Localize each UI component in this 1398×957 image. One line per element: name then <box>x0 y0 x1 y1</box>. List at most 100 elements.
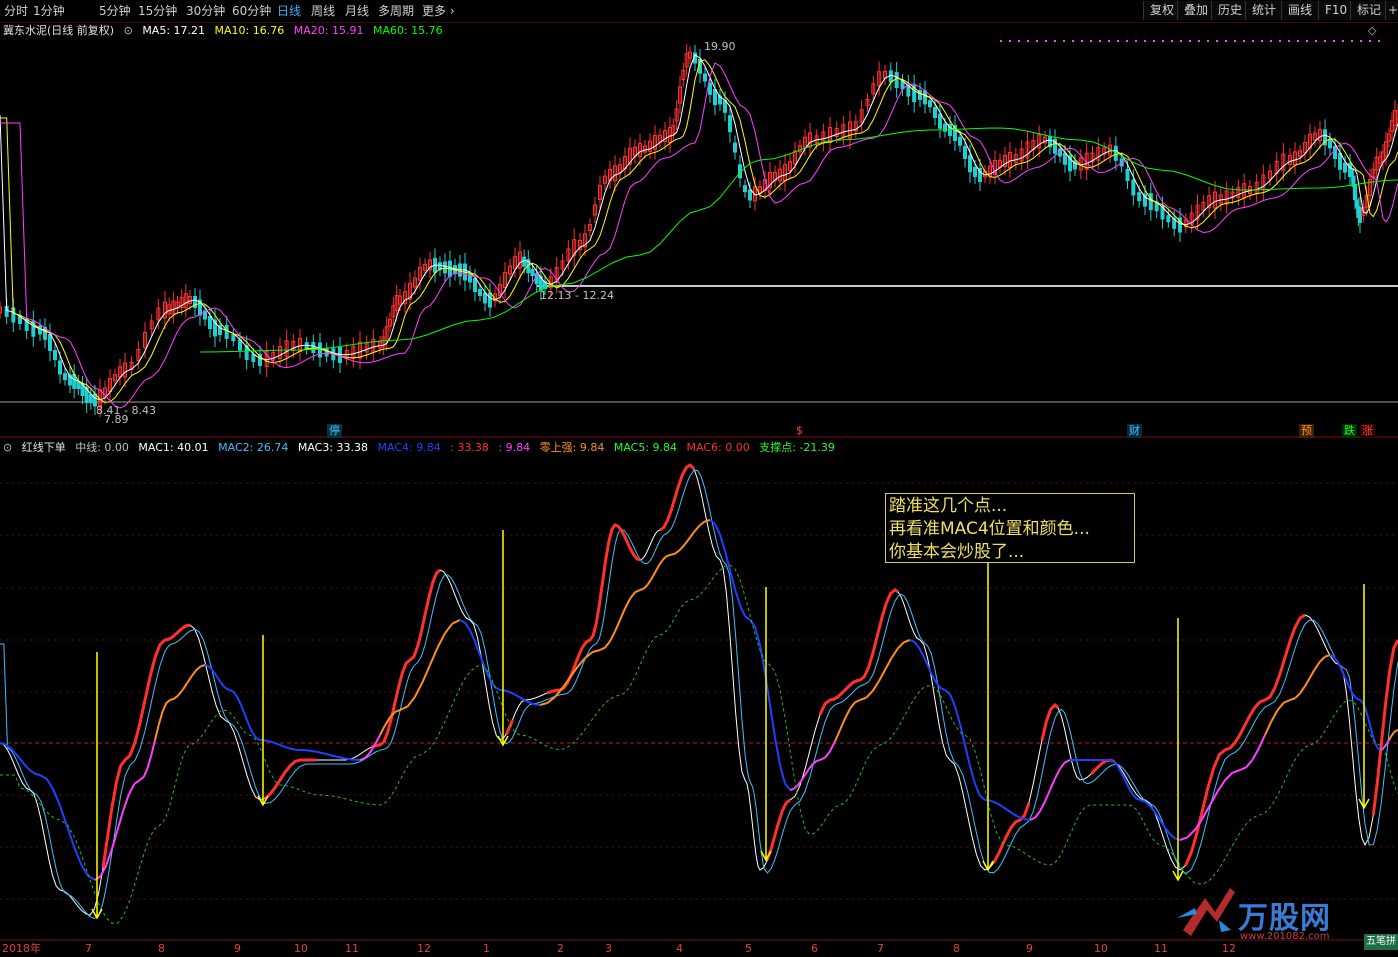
signal-dot <box>1000 40 1002 42</box>
mac4-segment <box>719 534 726 552</box>
event-marker-forecast[interactable]: 预 <box>1299 424 1314 438</box>
mac4-segment <box>322 752 331 756</box>
event-marker-suspend[interactable]: 停 <box>327 424 342 438</box>
candle-body <box>251 353 256 362</box>
mac4-segment <box>913 641 920 648</box>
mac4-segment <box>379 724 386 736</box>
event-marker-dividend[interactable]: $ <box>794 424 805 438</box>
mac4-segment <box>122 794 130 812</box>
mac4-segment <box>1289 697 1296 701</box>
ma20-line <box>0 62 1398 409</box>
mac4-segment <box>157 711 164 725</box>
mac4-segment <box>444 622 454 634</box>
mac4-segment <box>665 554 671 558</box>
mac4-segment <box>884 658 893 671</box>
signal-dot <box>1216 40 1218 42</box>
mac4-segment <box>1044 789 1051 802</box>
settings-circle-icon[interactable]: ⊙ <box>124 24 133 37</box>
mac4-segment <box>1340 668 1346 678</box>
signal-dot <box>1099 40 1101 42</box>
x-label-mar: 3 <box>605 942 612 955</box>
mac4-segment <box>150 739 156 756</box>
collapse-icon[interactable]: ◇ <box>1368 24 1376 37</box>
mac4-segment <box>774 737 781 766</box>
mac4-segment <box>0 742 6 746</box>
mac4-segment <box>200 664 206 668</box>
candle-body <box>1131 179 1136 196</box>
indicator-mac6: MAC6: 0.00 <box>686 441 750 454</box>
mac4-segment <box>1049 778 1056 791</box>
ma10-line <box>0 59 1398 403</box>
mac4-segment <box>1169 833 1176 840</box>
candle-body <box>723 99 727 113</box>
mac4-segment <box>1359 699 1364 703</box>
candle-body <box>708 82 712 95</box>
x-label-jan: 1 <box>483 942 490 955</box>
mac4-segment <box>592 649 601 654</box>
candle-body <box>478 289 482 296</box>
signal-dot <box>1189 40 1191 42</box>
mac4-segment <box>1112 760 1119 767</box>
red-signal-4 <box>546 523 641 695</box>
candle-body <box>713 88 717 105</box>
x-label-sep2: 9 <box>1026 942 1033 955</box>
x-label-nov: 11 <box>345 942 359 955</box>
event-marker-down[interactable]: 跌 <box>1342 424 1357 438</box>
candle-body <box>208 316 212 329</box>
mac4-segment <box>629 591 636 600</box>
mac4-segment <box>1324 654 1331 658</box>
mac4-segment <box>1024 818 1031 821</box>
candle-body <box>318 342 322 358</box>
candle-body <box>728 115 732 133</box>
mac4-segment <box>1257 734 1266 749</box>
mac4-segment <box>452 619 461 625</box>
mac4-segment <box>779 764 786 784</box>
mac4-segment <box>661 555 667 561</box>
signal-dot <box>1162 40 1164 42</box>
mac4-segment <box>1309 668 1316 679</box>
indicator-settings-icon[interactable]: ⊙ <box>3 441 12 454</box>
candle-body <box>923 90 927 105</box>
mac4-segment <box>524 699 531 704</box>
mac4-segment <box>859 696 867 701</box>
candle-body <box>238 339 242 351</box>
mac4-segment <box>995 802 1003 808</box>
mac4-segment <box>169 697 175 701</box>
mac4-segment <box>255 737 261 741</box>
mac4-segment <box>1283 699 1291 704</box>
mac4-segment <box>337 755 346 760</box>
mac4-segment <box>59 807 69 828</box>
signal-dot <box>1126 40 1128 42</box>
mac4-segment <box>871 680 880 692</box>
event-marker-up[interactable]: 涨 <box>1360 424 1375 438</box>
mac4-segment <box>917 646 925 656</box>
mac4-segment <box>177 688 184 696</box>
mac4-segment <box>930 674 938 684</box>
candle-body <box>928 100 932 108</box>
candle-body <box>522 256 527 267</box>
signal-dot <box>1234 40 1236 42</box>
candle-body <box>1148 193 1153 211</box>
candle-body <box>748 189 752 201</box>
note-line-2: 再看准MAC4位置和颜色... <box>889 519 1090 539</box>
mac4-segment <box>142 767 149 778</box>
mac4-segment <box>699 520 706 526</box>
mac4-segment <box>1109 759 1115 763</box>
mac2-line <box>0 469 1398 920</box>
candle-body <box>894 72 899 88</box>
mac4-segment <box>19 758 26 766</box>
mac4-segment <box>669 552 676 556</box>
candle-body <box>968 155 972 173</box>
mac4-segment <box>1314 661 1321 670</box>
ime-indicator[interactable]: 五笔拼 <box>1364 934 1398 950</box>
x-label-dec: 12 <box>417 942 431 955</box>
mac4-segment <box>204 664 209 667</box>
mac4-segment <box>815 759 821 763</box>
signal-dot <box>1342 40 1344 42</box>
x-label-aug2: 8 <box>953 942 960 955</box>
mac4-segment <box>314 750 323 755</box>
mac4-segment <box>1001 805 1009 811</box>
mac4-segment <box>599 646 606 651</box>
candle-body <box>443 261 447 274</box>
event-marker-finance[interactable]: 财 <box>1127 424 1142 438</box>
